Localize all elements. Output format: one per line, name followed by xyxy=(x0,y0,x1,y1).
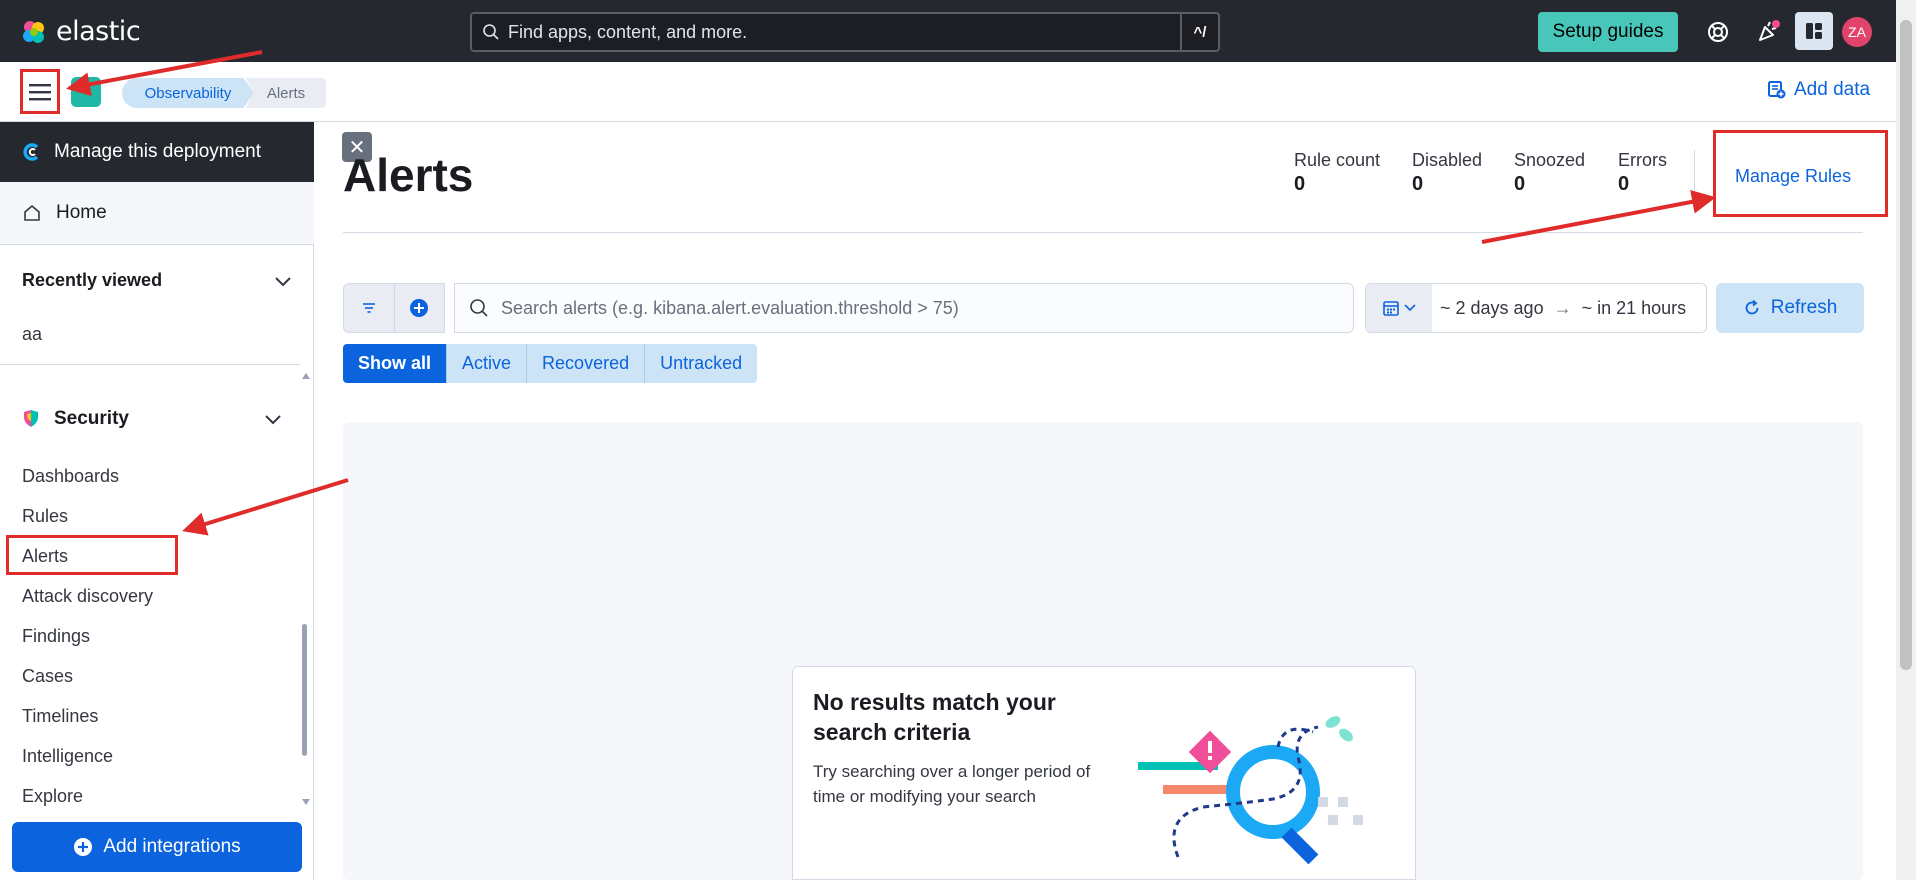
breadcrumb-observability[interactable]: Observability xyxy=(122,78,254,108)
recent-item[interactable]: aa xyxy=(22,324,42,345)
cloud-logo-icon xyxy=(23,143,39,161)
recently-viewed-label: Recently viewed xyxy=(22,270,163,290)
refresh-button[interactable]: Refresh xyxy=(1716,283,1864,333)
security-logo-icon xyxy=(24,410,38,427)
tab-recovered[interactable]: Recovered xyxy=(527,344,646,383)
manage-deployment-link[interactable]: Manage this deployment xyxy=(0,122,314,182)
scroll-down-icon[interactable] xyxy=(302,798,310,806)
plus-circle-icon xyxy=(410,299,429,317)
search-icon xyxy=(483,24,499,40)
alert-search-placeholder: Search alerts (e.g. kibana.alert.evaluat… xyxy=(501,297,959,318)
stat-value: 0 xyxy=(1618,173,1630,195)
elastic-logo-icon xyxy=(23,20,44,43)
tab-show-all[interactable]: Show all xyxy=(343,344,448,383)
add-data-link[interactable]: Add data xyxy=(1768,79,1870,101)
magnifier-illustration xyxy=(1138,716,1363,865)
add-integrations-button[interactable]: Add integrations xyxy=(12,822,302,872)
filter-menu-button[interactable] xyxy=(344,284,394,332)
filter-icon xyxy=(362,303,375,313)
stat-label: Disabled xyxy=(1412,150,1483,170)
stat-disabled: Disabled 0 xyxy=(1412,150,1482,196)
sidebar-item-findings[interactable]: Findings xyxy=(22,626,90,647)
stat-label: Rule count xyxy=(1294,150,1381,170)
chevron-down-icon xyxy=(1404,304,1416,312)
sidebar-item-explore[interactable]: Explore xyxy=(22,786,83,807)
arrow-to-manage-rules xyxy=(1481,189,1716,244)
menu-icon xyxy=(29,83,51,100)
add-integrations-label: Add integrations xyxy=(103,836,241,857)
stat-label: Errors xyxy=(1618,150,1667,170)
sidebar-item-intelligence[interactable]: Intelligence xyxy=(22,746,113,767)
side-navigation: Manage this deployment Home Recently vie… xyxy=(0,122,314,880)
calendar-icon xyxy=(1383,301,1399,316)
search-icon xyxy=(470,299,488,317)
sidebar-item-attack-discovery[interactable]: Attack discovery xyxy=(22,586,153,607)
alerts-highlight-box xyxy=(6,535,178,575)
brand-name: elastic xyxy=(56,16,141,47)
empty-state-body: Try searching over a longer period of ti… xyxy=(813,762,1091,806)
stat-rule-count: Rule count 0 xyxy=(1294,150,1380,196)
stat-errors: Errors 0 xyxy=(1618,150,1667,196)
home-label: Home xyxy=(56,202,107,223)
date-start[interactable]: ~ 2 days ago xyxy=(1432,298,1552,319)
sidebar-divider xyxy=(0,364,300,365)
search-placeholder: Find apps, content, and more. xyxy=(508,21,748,42)
quick-date-menu-button[interactable] xyxy=(1366,284,1432,332)
empty-state-card: No results match your search criteria Tr… xyxy=(792,666,1416,880)
refresh-icon xyxy=(1745,299,1759,315)
empty-state-title: No results match your search criteria xyxy=(813,689,1056,745)
sidebar-item-cases[interactable]: Cases xyxy=(22,666,73,687)
security-section-toggle[interactable]: Security xyxy=(22,408,282,430)
app-icon[interactable] xyxy=(71,77,101,107)
page-scrollbar-thumb[interactable] xyxy=(1900,20,1912,670)
stats-divider xyxy=(1694,150,1695,196)
sidebar-scrollbar[interactable] xyxy=(302,624,307,756)
home-icon xyxy=(24,205,40,221)
manage-deployment-label: Manage this deployment xyxy=(54,141,262,162)
filter-controls xyxy=(343,283,445,333)
setup-guides-button[interactable]: Setup guides xyxy=(1538,12,1678,52)
refresh-label: Refresh xyxy=(1770,297,1838,318)
add-data-icon xyxy=(1768,81,1786,99)
chevron-down-icon xyxy=(275,276,291,286)
stat-value: 0 xyxy=(1514,173,1526,195)
add-filter-button[interactable] xyxy=(393,284,445,332)
news-feed-icon[interactable] xyxy=(1750,14,1786,50)
help-icon[interactable] xyxy=(1700,14,1736,50)
date-arrow-icon: → xyxy=(1553,297,1572,318)
sidebar-item-dashboards[interactable]: Dashboards xyxy=(22,466,119,487)
add-data-label: Add data xyxy=(1794,79,1871,100)
global-search-input[interactable]: Find apps, content, and more. ^/ xyxy=(470,12,1220,52)
header-divider xyxy=(343,232,1863,233)
stat-snoozed: Snoozed 0 xyxy=(1514,150,1585,196)
stat-value: 0 xyxy=(1412,173,1424,195)
sidebar-item-rules[interactable]: Rules xyxy=(22,506,68,527)
page-title: Alerts xyxy=(343,149,474,201)
alert-status-tabs: Show all Active Recovered Untracked xyxy=(343,344,758,383)
recently-viewed-toggle[interactable]: Recently viewed xyxy=(22,270,292,291)
security-label: Security xyxy=(54,408,129,429)
plus-circle-icon xyxy=(74,838,93,856)
sidebar-item-home[interactable]: Home xyxy=(0,182,314,245)
stat-value: 0 xyxy=(1294,173,1306,195)
elastic-logo[interactable]: elastic xyxy=(20,16,141,47)
scroll-up-icon[interactable] xyxy=(302,372,310,380)
tab-untracked[interactable]: Untracked xyxy=(645,344,758,383)
breadcrumb-alerts: Alerts xyxy=(246,78,326,108)
app-switcher-icon[interactable] xyxy=(1795,12,1833,50)
alert-search-input[interactable]: Search alerts (e.g. kibana.alert.evaluat… xyxy=(454,283,1354,333)
tab-active[interactable]: Active xyxy=(447,344,528,383)
manage-rules-highlight-box xyxy=(1713,130,1888,217)
hamburger-menu-button[interactable] xyxy=(20,69,60,114)
search-shortcut: ^/ xyxy=(1180,14,1218,50)
user-avatar[interactable]: ZA xyxy=(1842,17,1872,47)
date-end[interactable]: ~ in 21 hours xyxy=(1574,298,1695,319)
sidebar-item-timelines[interactable]: Timelines xyxy=(22,706,98,727)
date-picker: ~ 2 days ago → ~ in 21 hours xyxy=(1365,283,1707,333)
top-header: elastic Find apps, content, and more. ^/… xyxy=(0,0,1896,62)
stat-label: Snoozed xyxy=(1514,150,1586,170)
chevron-down-icon xyxy=(265,415,281,425)
